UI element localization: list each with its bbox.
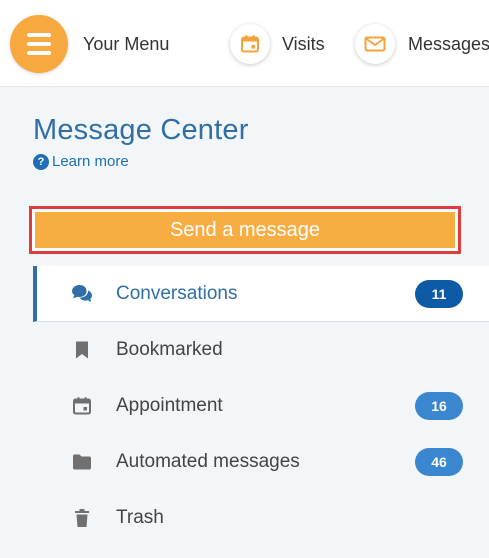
hamburger-icon (27, 33, 51, 37)
top-nav-bar: Your Menu Visits Messages (0, 0, 489, 87)
folder-item-automated-messages[interactable]: Automated messages 46 (33, 434, 489, 490)
calendar-icon (241, 35, 259, 53)
visits-label[interactable]: Visits (282, 34, 325, 55)
send-message-button[interactable]: Send a message (35, 212, 455, 248)
unread-count-badge: 11 (415, 279, 463, 308)
folder-item-bookmarked[interactable]: Bookmarked (33, 322, 489, 378)
hamburger-icon (27, 42, 51, 46)
bookmark-icon (70, 338, 94, 362)
page-title: Message Center (33, 114, 249, 146)
folder-icon (70, 450, 94, 474)
folder-item-conversations[interactable]: Conversations 11 (33, 266, 489, 322)
trash-icon (70, 506, 94, 530)
folder-item-appointment[interactable]: Appointment 16 (33, 378, 489, 434)
chat-bubbles-icon (70, 282, 94, 306)
learn-more-label: Learn more (52, 153, 129, 170)
unread-count-badge: 46 (415, 448, 463, 476)
messages-label[interactable]: Messages (408, 34, 489, 55)
folder-item-label: Conversations (116, 282, 238, 304)
page: Your Menu Visits Messages Message Center… (0, 0, 489, 558)
envelope-icon (364, 36, 386, 52)
send-message-highlight: Send a message (29, 206, 461, 254)
folder-item-label: Trash (116, 507, 164, 528)
folder-item-label: Appointment (116, 395, 223, 416)
folder-list: Conversations 11 Bookmarked Appointment … (33, 266, 489, 546)
help-icon: ? (33, 153, 49, 170)
folder-item-label: Automated messages (116, 451, 300, 472)
hamburger-icon (27, 51, 51, 55)
unread-count-badge: 16 (415, 392, 463, 420)
folder-item-label: Bookmarked (116, 339, 223, 360)
menu-button[interactable] (10, 15, 68, 73)
calendar-icon (70, 394, 94, 418)
visits-button[interactable] (230, 24, 270, 64)
messages-button[interactable] (355, 24, 395, 64)
menu-label[interactable]: Your Menu (83, 34, 169, 55)
learn-more-link[interactable]: ? Learn more (33, 153, 129, 170)
folder-item-trash[interactable]: Trash (33, 490, 489, 546)
